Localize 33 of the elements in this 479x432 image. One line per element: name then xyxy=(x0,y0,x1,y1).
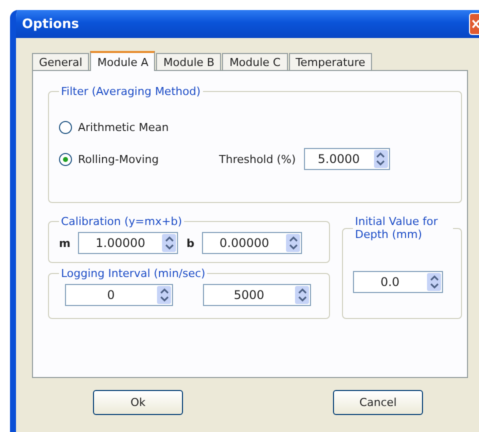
radio-option[interactable]: Arithmetic Mean xyxy=(59,120,219,134)
spin-button[interactable] xyxy=(157,286,171,304)
group-title: Calibration (y=mx+b) xyxy=(60,215,184,228)
dialog-button[interactable]: Ok xyxy=(93,390,183,415)
number-field[interactable]: 5000 xyxy=(203,284,311,306)
field-label: b xyxy=(186,236,194,250)
number-field[interactable]: 1.00000 xyxy=(78,232,178,254)
radio-option[interactable]: Rolling-Moving xyxy=(59,152,219,166)
close-icon xyxy=(470,17,479,31)
radio-button[interactable] xyxy=(59,152,72,166)
dialog-button[interactable]: Cancel xyxy=(333,390,423,415)
group-title: Logging Interval (min/sec) xyxy=(60,267,206,280)
radio-button[interactable] xyxy=(59,120,72,134)
spin-button[interactable] xyxy=(427,273,441,291)
spin-button[interactable] xyxy=(162,234,176,252)
number-field[interactable]: 0 xyxy=(65,284,173,306)
tab[interactable]: Temperature xyxy=(288,53,372,70)
tab[interactable]: Module C xyxy=(222,53,288,70)
close-button[interactable] xyxy=(469,13,479,35)
number-field[interactable]: 0.00000 xyxy=(202,232,302,254)
number-field[interactable]: 0.0 xyxy=(353,271,443,293)
spin-button[interactable] xyxy=(286,234,300,252)
tab[interactable]: Module B xyxy=(156,53,222,70)
tab[interactable]: Module A xyxy=(90,51,156,71)
field-label: m xyxy=(59,236,70,250)
window-title: Options xyxy=(22,16,79,32)
spin-button[interactable] xyxy=(374,150,388,168)
group-title: Filter (Averaging Method) xyxy=(60,85,202,98)
field-label: Threshold (%) xyxy=(219,152,296,166)
number-field[interactable]: 5.0000 xyxy=(304,148,390,170)
spin-button[interactable] xyxy=(295,286,309,304)
group-title: Initial Value for Depth (mm) xyxy=(354,215,439,241)
tab[interactable]: General xyxy=(32,53,90,70)
